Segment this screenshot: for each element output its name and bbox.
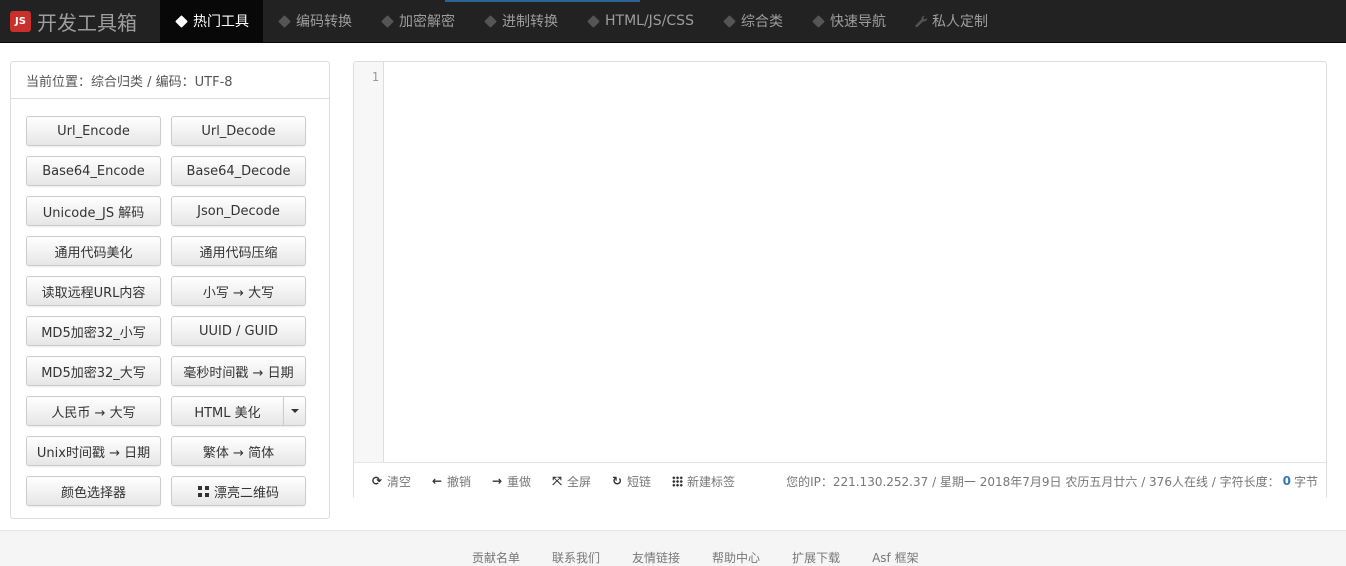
- tools-panel: 当前位置：综合归类 / 编码：UTF-8 Url_Encode Url_Deco…: [10, 61, 330, 519]
- code-beautify-button[interactable]: 通用代码美化: [26, 236, 161, 266]
- nav-item-encoding[interactable]: 编码转换: [263, 0, 366, 42]
- nav-item-hot-tools[interactable]: 热门工具: [160, 0, 263, 42]
- tag-icon: [381, 14, 394, 28]
- tag-icon: [587, 14, 600, 28]
- nav-item-label: 综合类: [740, 14, 783, 30]
- tag-icon: [175, 14, 188, 28]
- new-tab-label: 新建标签: [687, 474, 736, 489]
- main-nav: 热门工具 编码转换 加密解密 进制转换 HTML/JS/CSS 综合类 快速导航: [160, 0, 1002, 42]
- clear-button[interactable]: ⟳ 清空: [371, 463, 411, 499]
- undo-button[interactable]: ← 撤销: [431, 463, 471, 499]
- tag-icon: [278, 14, 291, 28]
- char-count: 0: [1282, 474, 1291, 488]
- tag-icon: [723, 14, 736, 28]
- nav-item-label: 编码转换: [296, 14, 352, 30]
- redo-label: 重做: [507, 474, 532, 489]
- footer-link-help[interactable]: 帮助中心: [712, 549, 760, 566]
- nav-item-encryption[interactable]: 加密解密: [366, 0, 469, 42]
- nav-item-radix[interactable]: 进制转换: [469, 0, 572, 42]
- footer-link-extensions[interactable]: 扩展下载: [792, 549, 840, 566]
- code-editor[interactable]: 1 ⟳ 清空 ← 撤销 → 重做 ⤧ 全屏 ↻ 短链 新建标签 您的IP：221…: [353, 61, 1327, 499]
- footer-link-contact[interactable]: 联系我们: [552, 549, 600, 566]
- top-navbar: JS 开发工具箱 热门工具 编码转换 加密解密 进制转换 HTML/JS/CSS…: [0, 0, 1346, 43]
- footer-links: 贡献名单 联系我们 友情链接 帮助中心 扩展下载 Asf 框架: [472, 549, 951, 566]
- html-beautify-dropdown-toggle[interactable]: [283, 396, 306, 426]
- shortlink-button[interactable]: ↻ 短链: [611, 463, 651, 499]
- nav-item-custom[interactable]: 私人定制: [900, 0, 1002, 42]
- lowercase-to-uppercase-button[interactable]: 小写 → 大写: [171, 276, 306, 306]
- fullscreen-label: 全屏: [567, 474, 592, 489]
- breadcrumb: 当前位置：综合归类 / 编码：UTF-8: [11, 62, 329, 99]
- brand-name: 开发工具箱: [37, 10, 137, 35]
- qrcode-button-label: 漂亮二维码: [213, 485, 279, 501]
- editor-toolbar: ⟳ 清空 ← 撤销 → 重做 ⤧ 全屏 ↻ 短链 新建标签 您的IP：221.1…: [354, 462, 1326, 499]
- js-logo-icon: JS: [10, 10, 31, 32]
- refresh-icon: ⟳: [371, 474, 383, 488]
- rmb-to-uppercase-button[interactable]: 人民币 → 大写: [26, 396, 161, 426]
- line-gutter: 1: [354, 62, 384, 462]
- wrench-icon: [915, 15, 928, 27]
- fullscreen-icon: ⤧: [552, 473, 562, 488]
- redo-button[interactable]: → 重做: [491, 463, 531, 499]
- tag-icon: [484, 14, 497, 28]
- md5-32-upper-button[interactable]: MD5加密32_大写: [26, 356, 161, 386]
- undo-label: 撤销: [447, 474, 472, 489]
- color-picker-button[interactable]: 颜色选择器: [26, 476, 161, 506]
- nav-item-label: 加密解密: [399, 14, 455, 30]
- footer-link-asf[interactable]: Asf 框架: [872, 549, 919, 566]
- nav-item-html-js-css[interactable]: HTML/JS/CSS: [572, 0, 708, 42]
- footer-link-contributors[interactable]: 贡献名单: [472, 549, 520, 566]
- grid-icon: [671, 475, 683, 487]
- traditional-to-simplified-button[interactable]: 繁体 → 简体: [171, 436, 306, 466]
- uuid-guid-button[interactable]: UUID / GUID: [171, 316, 306, 346]
- nav-item-misc[interactable]: 综合类: [708, 0, 797, 42]
- brand[interactable]: JS 开发工具箱: [10, 8, 137, 35]
- clear-label: 清空: [387, 474, 412, 489]
- base64-encode-button[interactable]: Base64_Encode: [26, 156, 161, 186]
- url-decode-button[interactable]: Url_Decode: [171, 116, 306, 146]
- arrow-left-icon: ←: [431, 474, 443, 488]
- footer-link-friends[interactable]: 友情链接: [632, 549, 680, 566]
- base64-decode-button[interactable]: Base64_Decode: [171, 156, 306, 186]
- code-compress-button[interactable]: 通用代码压缩: [171, 236, 306, 266]
- json-decode-button[interactable]: Json_Decode: [171, 196, 306, 226]
- shortlink-label: 短链: [627, 474, 652, 489]
- nav-item-label: 进制转换: [502, 14, 558, 30]
- arrow-right-icon: →: [491, 474, 503, 488]
- url-encode-button[interactable]: Url_Encode: [26, 116, 161, 146]
- qrcode-icon: [197, 485, 209, 497]
- status-bar: 您的IP：221.130.252.37 / 星期一 2018年7月9日 农历五月…: [786, 463, 1318, 499]
- html-beautify-button[interactable]: HTML 美化: [171, 396, 284, 426]
- read-remote-url-button[interactable]: 读取远程URL内容: [26, 276, 161, 306]
- nav-item-label: 私人定制: [931, 14, 988, 30]
- footer: 贡献名单 联系我们 友情链接 帮助中心 扩展下载 Asf 框架: [0, 530, 1346, 566]
- caret-down-icon: [290, 409, 299, 413]
- qrcode-button[interactable]: 漂亮二维码: [171, 476, 306, 506]
- nav-item-label: HTML/JS/CSS: [605, 13, 694, 29]
- md5-32-lower-button[interactable]: MD5加密32_小写: [26, 316, 161, 346]
- fullscreen-button[interactable]: ⤧ 全屏: [551, 463, 591, 499]
- line-number: 1: [371, 70, 379, 84]
- unicode-js-decode-button[interactable]: Unicode_JS 解码: [26, 196, 161, 226]
- share-icon: ↻: [611, 474, 623, 488]
- nav-item-label: 快速导航: [829, 14, 886, 30]
- ms-timestamp-to-date-button[interactable]: 毫秒时间戳 → 日期: [171, 356, 306, 386]
- unix-timestamp-to-date-button[interactable]: Unix时间戳 → 日期: [26, 436, 161, 466]
- status-info: 您的IP：221.130.252.37 / 星期一 2018年7月9日 农历五月…: [786, 474, 1280, 489]
- char-unit: 字节: [1293, 474, 1318, 489]
- tag-icon: [812, 14, 825, 28]
- new-tab-button[interactable]: 新建标签: [671, 463, 735, 499]
- nav-item-label: 热门工具: [193, 14, 249, 30]
- nav-item-quick-nav[interactable]: 快速导航: [797, 0, 900, 42]
